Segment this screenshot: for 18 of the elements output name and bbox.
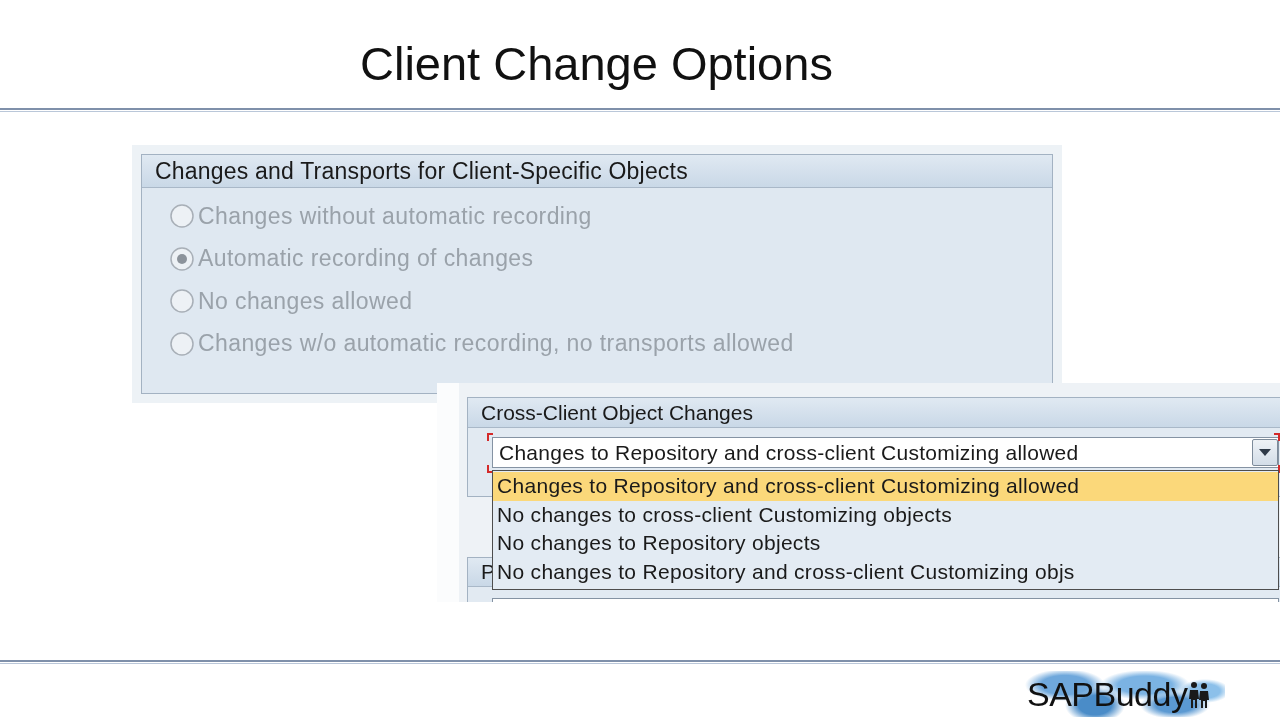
- radio-label: Changes without automatic recording: [198, 202, 592, 230]
- dropdown-value: Changes to Repository and cross-client Customizing allowed: [499, 440, 1079, 465]
- slide-title: Client Change Options: [360, 38, 833, 90]
- logo-text: SAPBuddy: [1027, 674, 1188, 714]
- dropdown-option[interactable]: No changes to cross-client Customizing objects: [493, 500, 1278, 529]
- dropdown-option[interactable]: Changes to Repository and cross-client Customizing allowed: [493, 472, 1278, 501]
- people-icon: [1187, 680, 1212, 708]
- caret-icon: [1259, 449, 1271, 456]
- dropdown-field[interactable]: Changes to Repository and cross-client Customizing allowed: [492, 437, 1279, 468]
- dropdown-button[interactable]: [1252, 439, 1278, 466]
- group-title: Cross-Client Object Changes: [481, 400, 753, 425]
- focus-bracket-icon: [487, 433, 494, 473]
- group-title: Changes and Transports for Client-Specific Objects: [155, 157, 688, 185]
- radio-label: Changes w/o automatic recording, no transports allowed: [198, 330, 794, 358]
- dropdown-option[interactable]: No changes to Repository objects: [493, 529, 1278, 558]
- dropdown-option[interactable]: No changes to Repository and cross-client Customizing objs: [493, 557, 1278, 586]
- radio-label: Automatic recording of changes: [198, 245, 534, 273]
- radio-label: No changes allowed: [198, 287, 413, 315]
